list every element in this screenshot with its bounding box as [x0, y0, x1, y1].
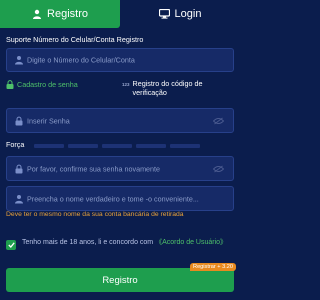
user-icon — [15, 194, 23, 203]
strength-bar-segment — [34, 144, 64, 148]
agree-checkbox[interactable] — [6, 240, 16, 250]
lock-icon — [15, 116, 23, 125]
real-name-placeholder: Preencha o nome verdadeiro e tome -o con… — [27, 194, 199, 203]
strength-bar-segment — [170, 144, 200, 148]
option-password-label: Cadastro de senha — [17, 80, 78, 89]
agreement-text: Tenho mais de 18 anos, li e concordo com… — [22, 238, 234, 248]
strength-bar-segment — [68, 144, 98, 148]
tab-login-label: Login — [174, 8, 202, 20]
phone-input[interactable]: Digite o Número do Celular/Conta — [6, 48, 234, 72]
strength-label: Força — [6, 140, 25, 149]
register-button[interactable]: Registro — [6, 268, 234, 292]
auth-tabs: Registro Login — [0, 0, 240, 28]
tab-login[interactable]: Login — [120, 0, 240, 28]
phone-placeholder: Digite o Número do Celular/Conta — [27, 55, 135, 65]
name-warning: Deve ter o mesmo nome da sua conta bancá… — [6, 211, 184, 218]
real-name-input[interactable]: Preencha o nome verdadeiro e tome -o con… — [6, 186, 234, 211]
tab-register-label: Registro — [47, 8, 88, 20]
agreement-statement: Tenho mais de 18 anos, li e concordo com — [22, 239, 156, 246]
option-code-registration[interactable]: 123 Registro do código de verificação — [122, 79, 202, 97]
option-code-label-line2: verificação — [132, 88, 167, 97]
user-icon — [15, 56, 23, 65]
phone-label: Suporte Número do Celular/Conta Registro — [6, 35, 144, 44]
user-icon — [33, 9, 42, 19]
eye-closed-icon[interactable] — [213, 117, 224, 124]
password-input[interactable]: Inserir Senha — [6, 108, 234, 133]
lock-icon — [6, 80, 14, 89]
tab-register[interactable]: Registro — [0, 0, 120, 28]
strength-bar-segment — [136, 144, 166, 148]
monitor-icon — [158, 9, 170, 19]
option-code-label-line1: Registro do código de — [132, 79, 203, 88]
eye-closed-icon[interactable] — [213, 165, 224, 172]
confirm-password-placeholder: Por favor, confirme sua senha novamente — [27, 164, 161, 173]
check-icon — [7, 242, 15, 248]
confirm-password-input[interactable]: Por favor, confirme sua senha novamente — [6, 156, 234, 181]
strength-bar-segment — [102, 144, 132, 148]
password-placeholder: Inserir Senha — [27, 116, 70, 125]
option-password-registration[interactable]: Cadastro de senha — [6, 80, 78, 89]
user-agreement-link[interactable]: 《Acordo de Usuário》 — [155, 239, 227, 246]
lock-icon — [15, 164, 23, 173]
bonus-badge: Registrar + 3.20 — [190, 263, 236, 271]
numeric-code-icon: 123 — [122, 82, 130, 87]
register-button-label: Registro — [102, 274, 138, 286]
